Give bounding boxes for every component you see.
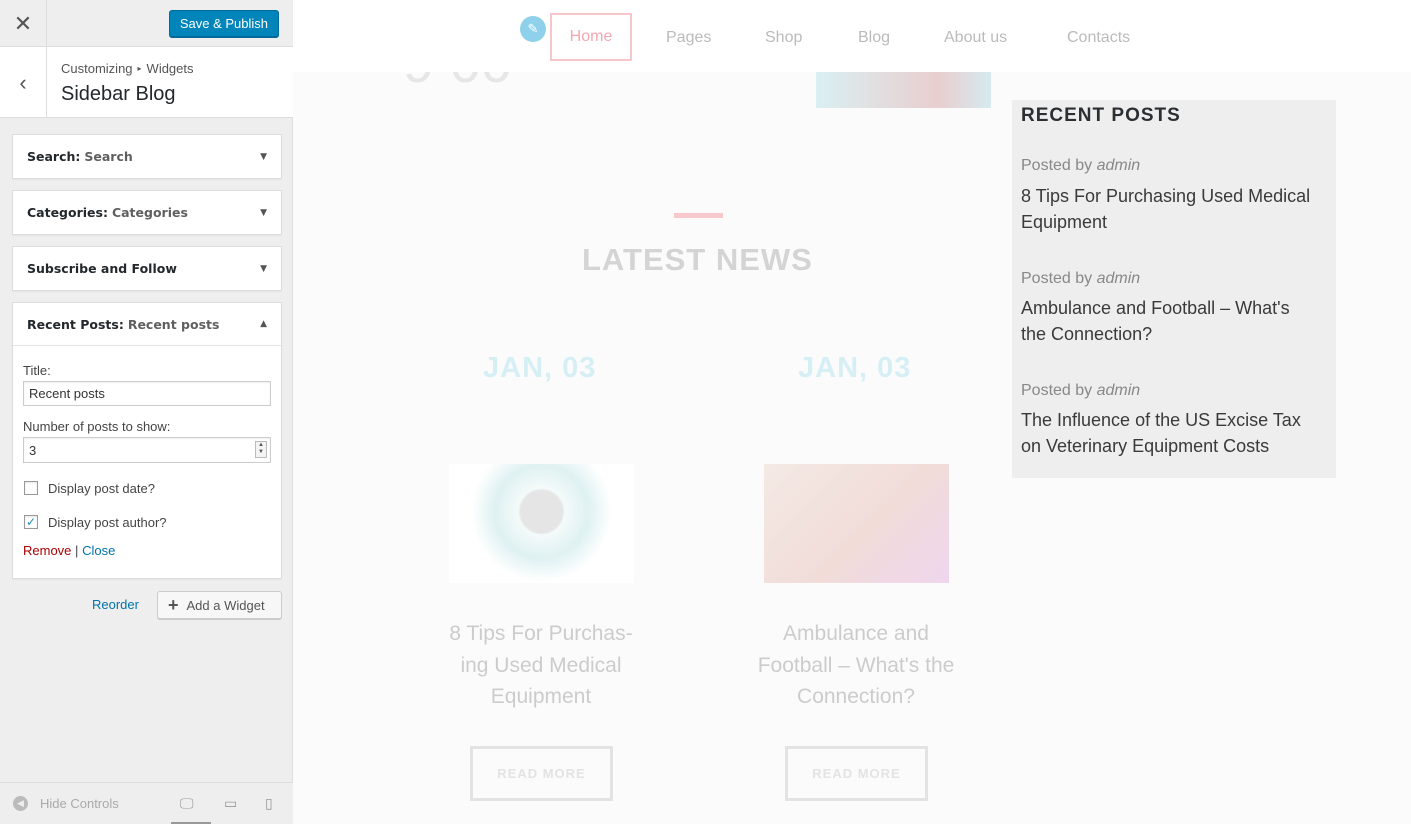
desktop-icon[interactable]: 🖵 [180, 795, 194, 812]
recent-post-link[interactable]: 8 Tips For Purchasing Used Medical Equip… [1021, 183, 1311, 235]
site-navigation: ✎ Home Pages Shop Blog About us Contacts [293, 0, 1411, 72]
nav-item-contacts[interactable]: Contacts [1067, 29, 1130, 47]
tablet-icon[interactable]: ▭ [224, 795, 237, 812]
widget-header[interactable]: Categories: Categories ▼ [13, 191, 281, 234]
number-input[interactable] [23, 437, 271, 463]
plus-icon: + [168, 594, 179, 615]
number-stepper: ▲▼ [23, 437, 271, 463]
widget-name: Categories: [27, 205, 108, 220]
collapse-icon: ◀ [13, 796, 28, 811]
close-link[interactable]: Close [82, 543, 115, 558]
customizer-footer: ◀ Hide Controls 🖵 ▭ ▯ [0, 782, 293, 824]
latest-news-title: LATEST NEWS [582, 242, 813, 277]
show-date-label: Display post date? [48, 480, 155, 496]
post-author[interactable]: admin [1097, 270, 1141, 287]
widget-header[interactable]: Subscribe and Follow ▼ [13, 247, 281, 290]
widget-categories[interactable]: Categories: Categories ▼ [12, 190, 282, 235]
widget-form: Title: Number of posts to show: ▲▼ Displ… [13, 346, 281, 558]
title-input[interactable] [23, 381, 271, 406]
widget-name: Search: [27, 149, 81, 164]
show-date-row: Display post date? [23, 471, 271, 505]
post-title[interactable]: 8 Tips For Purchas-ing Used Medical Equi… [441, 618, 641, 713]
widget-actions: Remove | Close [23, 543, 271, 558]
remove-link[interactable]: Remove [23, 543, 71, 558]
nav-item-shop[interactable]: Shop [765, 29, 802, 47]
back-button[interactable]: ‹ [0, 47, 47, 118]
posted-by-label: Posted by [1021, 382, 1093, 399]
site-preview: 9 00 ✎ Home Pages Shop Blog About us Con… [293, 0, 1411, 824]
nav-item-home[interactable]: Home [550, 13, 632, 61]
nav-item-blog[interactable]: Blog [858, 29, 890, 47]
post-date: JAN, 03 [483, 352, 597, 384]
breadcrumb-item: Customizing [61, 61, 133, 76]
post-title[interactable]: Ambulance and Football – What's the Conn… [756, 618, 956, 713]
post-meta: Posted by admin [1021, 382, 1140, 400]
add-widget-button[interactable]: + Add a Widget [157, 591, 282, 619]
posted-by-label: Posted by [1021, 270, 1093, 287]
save-publish-button[interactable]: Save & Publish [168, 10, 279, 38]
widget-title: Recent posts [127, 316, 220, 332]
section-title: Sidebar Blog [61, 83, 176, 105]
chevron-left-icon: ‹ [19, 69, 27, 95]
recent-post-link[interactable]: The Influence of the US Excise Tax on Ve… [1021, 407, 1311, 459]
number-label: Number of posts to show: [23, 419, 171, 434]
reorder-link[interactable]: Reorder [92, 597, 139, 612]
widget-header[interactable]: Search: Search ▼ [13, 135, 281, 178]
show-date-checkbox[interactable] [24, 481, 38, 495]
expand-arrow-icon[interactable]: ▼ [260, 152, 267, 162]
read-more-button[interactable]: READ MORE [785, 746, 928, 801]
customizer-header: ✕ Save & Publish [0, 0, 293, 47]
customizer-sidebar: ✕ Save & Publish ‹ Customizing ▸ Widgets S… [0, 0, 293, 824]
breadcrumb-separator-icon: ▸ [137, 64, 142, 73]
show-author-checkbox[interactable]: ✓ [24, 515, 38, 529]
post-author[interactable]: admin [1097, 157, 1141, 174]
post-date: JAN, 03 [798, 352, 912, 384]
post-image[interactable] [764, 464, 949, 583]
link-separator: | [75, 543, 79, 558]
widget-subscribe-follow[interactable]: Subscribe and Follow ▼ [12, 246, 282, 291]
edit-pencil-icon[interactable]: ✎ [520, 16, 546, 42]
widget-title: Categories [111, 205, 188, 220]
recent-posts-heading: RECENT POSTS [1021, 105, 1181, 126]
partial-post-image [816, 72, 991, 108]
posted-by-label: Posted by [1021, 157, 1093, 174]
title-label: Title: [23, 363, 51, 378]
recent-posts-widget: RECENT POSTS Posted by admin 8 Tips For … [1012, 100, 1336, 478]
add-widget-label: Add a Widget [186, 597, 265, 613]
widget-header[interactable]: Recent Posts: Recent posts ▲ [13, 303, 281, 346]
collapse-arrow-icon[interactable]: ▲ [260, 319, 267, 329]
hide-controls-label: Hide Controls [40, 796, 119, 811]
nav-item-pages[interactable]: Pages [666, 29, 711, 47]
read-more-button[interactable]: READ MORE [470, 746, 613, 801]
widget-name: Subscribe and Follow [27, 261, 177, 276]
post-meta: Posted by admin [1021, 270, 1140, 288]
post-meta: Posted by admin [1021, 157, 1140, 175]
hide-controls-button[interactable]: ◀ Hide Controls [13, 796, 119, 811]
widget-search[interactable]: Search: Search ▼ [12, 134, 282, 179]
widget-title: Search [84, 149, 133, 164]
spinner-arrows-icon[interactable]: ▲ ▼ [255, 441, 267, 458]
close-customizer-button[interactable]: ✕ [0, 0, 47, 47]
expand-arrow-icon[interactable]: ▼ [260, 208, 267, 218]
breadcrumb-item: Widgets [146, 61, 194, 76]
breadcrumb: Customizing ▸ Widgets [61, 61, 194, 76]
post-author[interactable]: admin [1097, 382, 1141, 399]
section-header: ‹ Customizing ▸ Widgets Sidebar Blog [0, 47, 293, 118]
post-image[interactable] [449, 464, 634, 583]
recent-post-link[interactable]: Ambulance and Football – What's the Conn… [1021, 295, 1311, 347]
show-author-label: Display post author? [48, 514, 167, 530]
widget-recent-posts: Recent Posts: Recent posts ▲ Title: Numb… [12, 302, 282, 579]
widget-name: Recent Posts: [27, 316, 124, 332]
show-author-row: ✓ Display post author? [23, 505, 271, 539]
nav-item-about[interactable]: About us [944, 29, 1007, 47]
close-icon: ✕ [13, 10, 33, 36]
section-accent-bar [674, 213, 723, 218]
mobile-icon[interactable]: ▯ [265, 795, 273, 812]
expand-arrow-icon[interactable]: ▼ [260, 264, 267, 274]
